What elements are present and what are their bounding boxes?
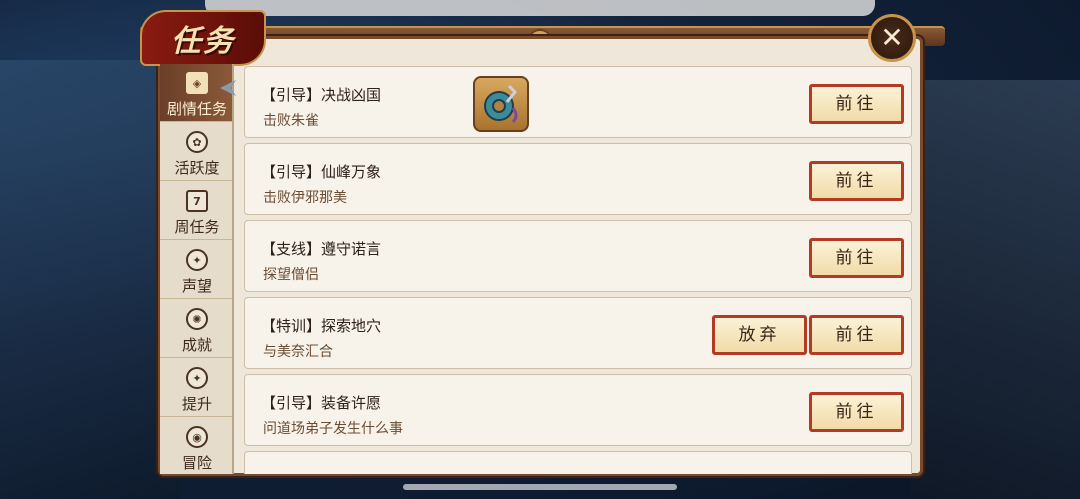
sidebar-item-upgrade[interactable]: ✦ 提升 bbox=[160, 359, 232, 417]
go-button[interactable]: 前往 bbox=[809, 238, 904, 278]
emblem-icon: ✦ bbox=[186, 249, 208, 271]
close-button[interactable]: ✕ bbox=[868, 14, 916, 62]
top-notification-bar bbox=[205, 0, 875, 16]
task-title: 【支线】遵守诺言 bbox=[261, 240, 382, 258]
sidebar-item-adventure[interactable]: ◉ 冒险 bbox=[160, 418, 232, 474]
sidebar-item-label: 周任务 bbox=[174, 218, 220, 236]
go-button[interactable]: 前往 bbox=[809, 392, 904, 432]
task-row-partial bbox=[244, 451, 912, 474]
background-rocks-right bbox=[910, 80, 1080, 499]
task-title: 【引导】决战凶国 bbox=[261, 86, 382, 104]
sidebar-item-label: 声望 bbox=[181, 277, 212, 295]
go-button[interactable]: 前往 bbox=[809, 161, 904, 201]
abandon-button[interactable]: 放弃 bbox=[712, 315, 807, 355]
task-desc: 与美奈汇合 bbox=[263, 344, 333, 360]
calendar-icon: 7 bbox=[186, 190, 208, 212]
sidebar-item-achievements[interactable]: ✺ 成就 bbox=[160, 300, 232, 358]
task-desc: 问道场弟子发生什么事 bbox=[263, 421, 403, 437]
task-desc: 击败朱雀 bbox=[263, 113, 319, 129]
task-title: 【特训】探索地穴 bbox=[261, 317, 382, 335]
task-title: 【引导】装备许愿 bbox=[261, 394, 382, 412]
sidebar-item-activity[interactable]: ✿ 活跃度 bbox=[160, 123, 232, 181]
sidebar-item-label: 提升 bbox=[181, 395, 212, 413]
background-rocks-left bbox=[0, 60, 180, 499]
reward-jade-ring-icon[interactable] bbox=[473, 76, 529, 132]
clover-icon: ✿ bbox=[186, 131, 208, 153]
go-button[interactable]: 前往 bbox=[809, 84, 904, 124]
task-row: 【引导】决战凶国 击败朱雀 前往 bbox=[244, 66, 912, 138]
sidebar: ◈ 剧情任务 ✿ 活跃度 7 周任务 ✦ 声望 ✺ 成就 ✦ 提升 ◉ 冒险 bbox=[160, 64, 234, 474]
task-row: 【引导】仙峰万象 击败伊邪那美 前往 bbox=[244, 143, 912, 215]
adventure-icon: ◉ bbox=[186, 426, 208, 448]
scroll-icon: ◈ bbox=[186, 72, 208, 94]
sidebar-item-label: 活跃度 bbox=[174, 159, 220, 177]
home-indicator-bar bbox=[403, 484, 677, 490]
sidebar-item-story-tasks[interactable]: ◈ 剧情任务 bbox=[160, 64, 232, 122]
task-list: 【引导】决战凶国 击败朱雀 前往 【引导】仙峰万象 击败伊邪那美 前往 【支线】… bbox=[244, 64, 912, 474]
jade-ring-icon bbox=[484, 84, 518, 124]
close-x-icon: ✕ bbox=[880, 21, 904, 54]
task-row: 【特训】探索地穴 与美奈汇合 放弃 前往 bbox=[244, 297, 912, 369]
window-title: 任务 bbox=[171, 24, 235, 59]
sidebar-item-label: 剧情任务 bbox=[166, 100, 227, 118]
task-row: 【支线】遵守诺言 探望僧侣 前往 bbox=[244, 220, 912, 292]
task-title: 【引导】仙峰万象 bbox=[261, 163, 382, 181]
sidebar-item-label: 成就 bbox=[181, 336, 212, 354]
task-row: 【引导】装备许愿 问道场弟子发生什么事 前往 bbox=[244, 374, 912, 446]
upgrade-icon: ✦ bbox=[186, 367, 208, 389]
sidebar-item-reputation[interactable]: ✦ 声望 bbox=[160, 241, 232, 299]
sidebar-item-label: 冒险 bbox=[181, 454, 212, 472]
task-desc: 击败伊邪那美 bbox=[263, 190, 347, 206]
task-desc: 探望僧侣 bbox=[263, 267, 319, 283]
window-title-badge: 任务 bbox=[140, 10, 266, 66]
medal-icon: ✺ bbox=[186, 308, 208, 330]
sidebar-item-weekly-tasks[interactable]: 7 周任务 bbox=[160, 182, 232, 240]
go-button[interactable]: 前往 bbox=[809, 315, 904, 355]
